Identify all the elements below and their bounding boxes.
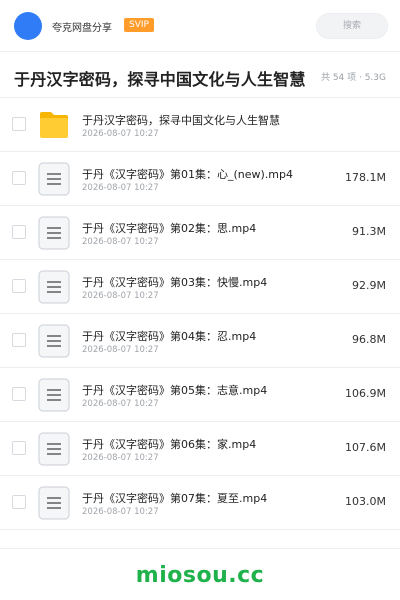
list-item-folder[interactable]: 于丹汉字密码，探寻中国文化与人生智慧 2026-08-07 10:27 xyxy=(0,98,400,152)
video-file-icon xyxy=(38,432,70,466)
search-input[interactable]: 搜索 xyxy=(316,13,388,39)
file-name: 于丹《汉字密码》第06集：家.mp4 xyxy=(82,438,257,451)
app-name: 夸克网盘分享 xyxy=(52,23,112,34)
file-size: 178.1M xyxy=(345,171,386,184)
list-item-file[interactable]: 于丹《汉字密码》第05集：志意.mp4 2026-08-07 10:27 106… xyxy=(0,368,400,422)
folder-summary: 共 54 项 · 5.3G xyxy=(320,73,386,83)
page-title: 于丹汉字密码，探寻中国文化与人生智慧 xyxy=(14,70,306,89)
video-file-icon xyxy=(38,324,70,358)
app-header: 夸克网盘分享 SVIP 搜索 xyxy=(0,0,400,52)
video-file-icon xyxy=(38,216,70,250)
file-name: 于丹《汉字密码》第03集：快慢.mp4 xyxy=(82,276,268,289)
file-date: 2026-08-07 10:27 xyxy=(82,129,159,139)
row-checkbox[interactable] xyxy=(12,171,26,185)
file-date: 2026-08-07 10:27 xyxy=(82,399,159,409)
row-checkbox[interactable] xyxy=(12,387,26,401)
avatar[interactable] xyxy=(14,12,42,40)
row-checkbox[interactable] xyxy=(12,441,26,455)
video-file-icon xyxy=(38,162,70,196)
video-file-icon xyxy=(38,486,70,520)
file-name: 于丹《汉字密码》第05集：志意.mp4 xyxy=(82,384,268,397)
file-size: 106.9M xyxy=(345,387,386,400)
file-size: 107.6M xyxy=(345,441,386,454)
brand-watermark[interactable]: miosou.cc xyxy=(0,563,400,588)
list-item-file[interactable]: 于丹《汉字密码》第02集：思.mp4 2026-08-07 10:27 91.3… xyxy=(0,206,400,260)
row-checkbox[interactable] xyxy=(12,117,26,131)
file-list: 于丹汉字密码，探寻中国文化与人生智慧 2026-08-07 10:27 于丹《汉… xyxy=(0,98,400,530)
file-name: 于丹《汉字密码》第07集：夏至.mp4 xyxy=(82,492,268,505)
list-item-file[interactable]: 于丹《汉字密码》第03集：快慢.mp4 2026-08-07 10:27 92.… xyxy=(0,260,400,314)
file-date: 2026-08-07 10:27 xyxy=(82,183,159,193)
file-size: 103.0M xyxy=(345,495,386,508)
file-name: 于丹《汉字密码》第02集：思.mp4 xyxy=(82,222,257,235)
file-date: 2026-08-07 10:27 xyxy=(82,237,159,247)
list-item-file[interactable]: 于丹《汉字密码》第06集：家.mp4 2026-08-07 10:27 107.… xyxy=(0,422,400,476)
footer: miosou.cc xyxy=(0,548,400,600)
folder-icon xyxy=(40,112,68,138)
video-file-icon xyxy=(38,378,70,412)
file-name: 于丹《汉字密码》第04集：忍.mp4 xyxy=(82,330,257,343)
list-item-file[interactable]: 于丹《汉字密码》第01集：心_(new).mp4 2026-08-07 10:2… xyxy=(0,152,400,206)
file-date: 2026-08-07 10:27 xyxy=(82,345,159,355)
row-checkbox[interactable] xyxy=(12,225,26,239)
file-size: 91.3M xyxy=(352,225,386,238)
file-size: 92.9M xyxy=(352,279,386,292)
file-date: 2026-08-07 10:27 xyxy=(82,507,159,517)
folder-title-bar: 于丹汉字密码，探寻中国文化与人生智慧 共 54 项 · 5.3G xyxy=(0,52,400,98)
file-date: 2026-08-07 10:27 xyxy=(82,291,159,301)
row-checkbox[interactable] xyxy=(12,333,26,347)
file-name: 于丹汉字密码，探寻中国文化与人生智慧 xyxy=(82,114,280,127)
file-date: 2026-08-07 10:27 xyxy=(82,453,159,463)
list-item-file[interactable]: 于丹《汉字密码》第07集：夏至.mp4 2026-08-07 10:27 103… xyxy=(0,476,400,530)
video-file-icon xyxy=(38,270,70,304)
row-checkbox[interactable] xyxy=(12,495,26,509)
list-item-file[interactable]: 于丹《汉字密码》第04集：忍.mp4 2026-08-07 10:27 96.8… xyxy=(0,314,400,368)
file-size: 96.8M xyxy=(352,333,386,346)
svip-badge: SVIP xyxy=(124,18,154,32)
file-name: 于丹《汉字密码》第01集：心_(new).mp4 xyxy=(82,168,294,181)
row-checkbox[interactable] xyxy=(12,279,26,293)
